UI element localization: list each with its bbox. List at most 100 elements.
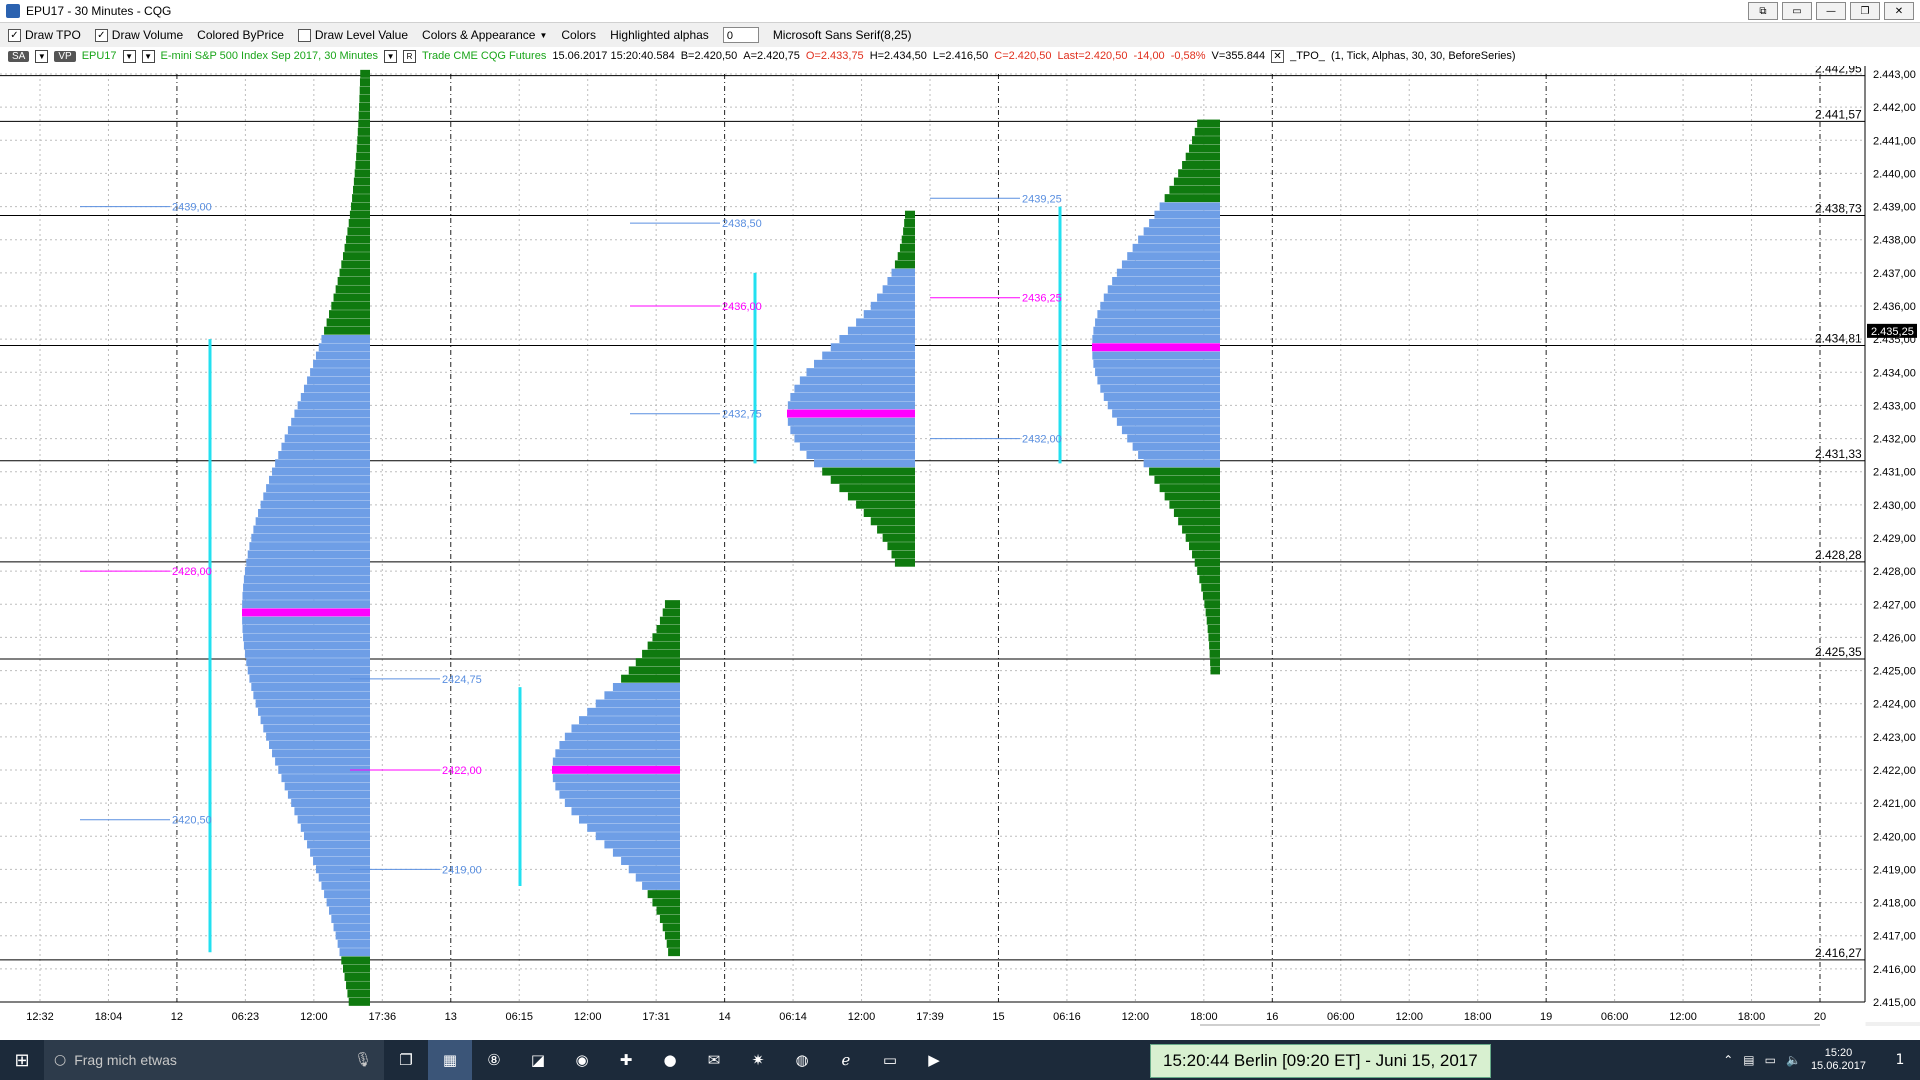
volume-bar [1169, 185, 1220, 194]
volume-bar [1189, 542, 1220, 551]
volume-bar [260, 716, 370, 725]
close-study-icon[interactable]: ✕ [1271, 49, 1285, 63]
volume-bar [359, 94, 370, 103]
draw-tpo-checkbox[interactable]: ✓ Draw TPO [8, 28, 81, 42]
volume-bar [666, 939, 680, 948]
sa-button[interactable]: SA [8, 50, 30, 62]
volume-bar [356, 152, 370, 161]
file-explorer-icon[interactable]: ▭ [868, 1040, 912, 1080]
time-tick-label: 19 [1540, 1011, 1552, 1023]
volume-bar [275, 757, 370, 766]
volume-bar [612, 683, 680, 691]
price-annotation: 2436,25 [1022, 293, 1062, 305]
font-selector[interactable]: Microsoft Sans Serif(8,25) [773, 28, 912, 42]
volume-bar [870, 517, 915, 526]
mail-icon[interactable]: ✉ [692, 1040, 736, 1080]
volume-bar [266, 484, 370, 493]
chevron-up-icon[interactable]: ⌃ [1723, 1053, 1733, 1067]
volume-bar [1173, 177, 1220, 186]
level-label: 2.425,35 [1815, 645, 1862, 659]
volume-bar [604, 840, 680, 849]
volume-bar [806, 368, 915, 377]
colors-appearance-dropdown[interactable]: Colors & Appearance ▼ [422, 28, 547, 42]
app-icon-8[interactable]: ⑧ [472, 1040, 516, 1080]
volume-bar [359, 78, 370, 87]
volume-bar [329, 906, 370, 915]
volume-bar [354, 169, 370, 178]
close-button[interactable]: ✕ [1884, 2, 1914, 20]
tpo-volume-chart[interactable]: 2.443,00 2.442,00 2.441,00 2.440,00 2.439,00… [0, 66, 1920, 1026]
price-tick-label: 2.415,00 [1873, 997, 1916, 1009]
sa-dropdown-icon[interactable]: ▼ [35, 49, 49, 63]
chart-app-icon[interactable]: ◪ [516, 1040, 560, 1080]
price-tick-label: 2.426,00 [1873, 632, 1916, 644]
task-view-icon[interactable]: ❐ [384, 1040, 428, 1080]
open-value: O=2.433,75 [805, 50, 864, 62]
colors-button[interactable]: Colors [561, 28, 596, 42]
windows-start-icon[interactable]: ⊞ [0, 1040, 44, 1080]
edge-icon[interactable]: ℯ [824, 1040, 868, 1080]
draw-level-value-checkbox[interactable]: Draw Level Value [297, 28, 408, 42]
price-annotation: 2439,00 [172, 202, 212, 214]
symbol-dropdown-icon[interactable]: ▼ [122, 49, 136, 63]
puzzle-icon[interactable]: ✚ [604, 1040, 648, 1080]
volume-bar [351, 202, 370, 211]
green-circle-icon[interactable]: ● [648, 1040, 692, 1080]
time-tick-label: 06:14 [779, 1011, 807, 1023]
volume-bar [571, 807, 680, 816]
volume-bar [799, 442, 915, 451]
symbol-label[interactable]: EPU17 [82, 50, 117, 62]
link-window-button[interactable]: ⧉ [1748, 2, 1778, 20]
price-tick-label: 2.423,00 [1873, 732, 1916, 744]
volume-bar [652, 633, 680, 642]
volume-icon[interactable]: 🔈 [1786, 1053, 1801, 1067]
volume-bar [814, 459, 915, 468]
volume-bar [242, 616, 370, 625]
volume-bar [659, 915, 680, 923]
description-dropdown-icon[interactable]: ▼ [141, 49, 155, 63]
price-annotation: 2428,00 [172, 566, 212, 578]
display-icon[interactable]: ▭ [1765, 1053, 1776, 1067]
time-tick-label: 06:23 [232, 1011, 260, 1023]
volume-bar [595, 832, 680, 841]
volume-bar [275, 459, 370, 468]
restore-button[interactable]: ❐ [1850, 2, 1880, 20]
window-titlebar: EPU17 - 30 Minutes - CQG ⧉ ▭ — ❐ ✕ [0, 0, 1920, 23]
volume-bar [612, 848, 680, 857]
cqg-app-icon[interactable]: ▦ [428, 1040, 472, 1080]
colored-byprice-button[interactable]: Colored ByPrice [197, 28, 284, 42]
scrollbar-track[interactable] [1865, 1022, 1920, 1026]
rv-dropdown-icon[interactable]: R [403, 49, 417, 63]
notification-center-icon[interactable]: 1 [1888, 1048, 1912, 1072]
volume-bar [1194, 127, 1220, 136]
volume-bar [242, 600, 370, 609]
media-player-icon[interactable]: ▶ [912, 1040, 956, 1080]
time-tick-label: 16 [1266, 1011, 1278, 1023]
price-annotation: 2432,75 [722, 409, 762, 421]
highlighted-alphas-spinner[interactable]: 0 [722, 27, 759, 43]
volume-bar [1095, 368, 1220, 377]
firefox-icon[interactable]: ◍ [780, 1040, 824, 1080]
microphone-icon[interactable]: 🎙 [354, 1052, 372, 1068]
period-dropdown-icon[interactable]: ▼ [384, 49, 398, 63]
volume-bar [656, 625, 680, 633]
net-change-percent: -0,58% [1170, 50, 1206, 62]
scrollbar-thumb[interactable] [1200, 1024, 1820, 1026]
red-app-icon[interactable]: ◉ [560, 1040, 604, 1080]
vp-button[interactable]: VP [54, 50, 76, 62]
network-icon[interactable]: ▤ [1743, 1053, 1754, 1067]
minimize-button[interactable]: — [1816, 2, 1846, 20]
volume-bar [326, 318, 370, 327]
windows-taskbar: ⊞ ○ Frag mich etwas 🎙 ❐ ▦ ⑧ ◪ ◉ ✚ ● ✉ ✷ … [0, 1040, 1920, 1080]
search-icon: ○ [54, 1052, 67, 1068]
search-box[interactable]: ○ Frag mich etwas 🎙 [44, 1040, 384, 1080]
price-tick-label: 2.419,00 [1873, 864, 1916, 876]
volume-bar [1132, 442, 1220, 451]
volume-bar [1182, 525, 1220, 534]
star-app-icon[interactable]: ✷ [736, 1040, 780, 1080]
float-window-button[interactable]: ▭ [1782, 2, 1812, 20]
current-price-label: 2.435,25 [1871, 326, 1914, 338]
volume-bar [324, 890, 370, 899]
draw-volume-checkbox[interactable]: ✓ Draw Volume [94, 28, 183, 42]
tray-clock[interactable]: 15:20 15.06.2017 [1811, 1047, 1866, 1073]
